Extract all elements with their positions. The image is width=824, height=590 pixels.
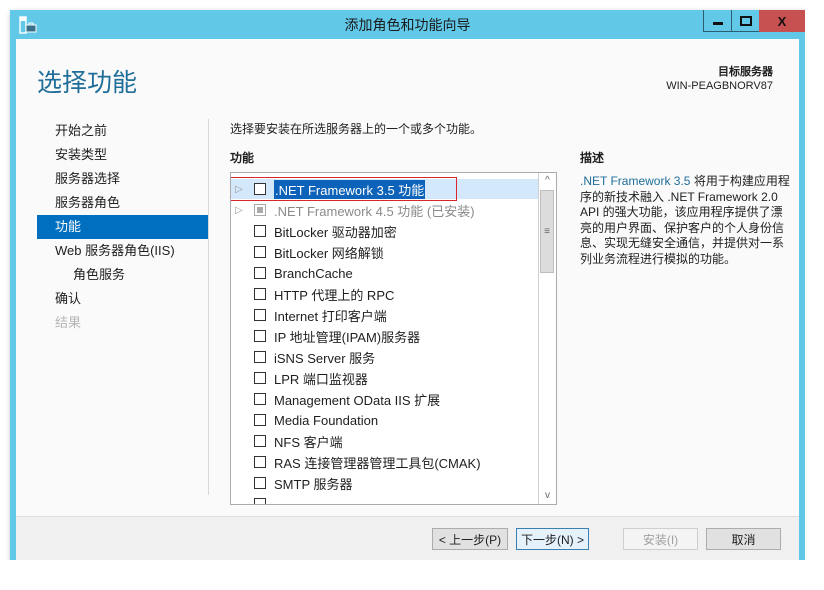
- nav-item-server-selection[interactable]: 服务器选择: [37, 167, 209, 191]
- feature-label: Media Foundation: [274, 412, 379, 428]
- page-title: 选择功能: [37, 69, 138, 97]
- feature-checkbox[interactable]: [254, 372, 266, 384]
- close-icon: X: [777, 13, 787, 29]
- features-heading: 功能: [230, 151, 255, 165]
- feature-label: IP 地址管理(IPAM)服务器: [274, 329, 421, 345]
- nav-item-installation-type[interactable]: 安装类型: [37, 143, 209, 167]
- description-heading: 描述: [580, 151, 605, 165]
- feature-row-partial[interactable]: [231, 494, 538, 504]
- feature-row[interactable]: iSNS Server 服务: [231, 347, 538, 367]
- cancel-button[interactable]: 取消: [706, 528, 781, 550]
- feature-checkbox[interactable]: [254, 183, 266, 195]
- wizard-nav: 开始之前 安装类型 服务器选择 服务器角色 功能 Web 服务器角色(IIS) …: [37, 119, 209, 335]
- nav-item-before-you-begin[interactable]: 开始之前: [37, 119, 209, 143]
- nav-item-features[interactable]: 功能: [37, 215, 209, 239]
- minimize-button[interactable]: [703, 10, 731, 32]
- intro-text: 选择要安装在所选服务器上的一个或多个功能。: [230, 122, 483, 136]
- feature-label: .NET Framework 3.5 功能: [274, 179, 426, 199]
- install-button: 安装(I): [623, 528, 698, 550]
- feature-label: SMTP 服务器: [274, 476, 353, 492]
- feature-row[interactable]: BitLocker 驱动器加密: [231, 221, 538, 241]
- feature-row[interactable]: ▷ .NET Framework 4.5 功能 (已安装): [231, 200, 538, 220]
- feature-row[interactable]: ▷ .NET Framework 3.5 功能: [231, 177, 538, 201]
- feature-checkbox[interactable]: [254, 225, 266, 237]
- nav-item-server-roles[interactable]: 服务器角色: [37, 191, 209, 215]
- features-scrollbar[interactable]: ^ ≡ v: [538, 173, 556, 504]
- scroll-up-button[interactable]: ^: [539, 173, 556, 189]
- feature-checkbox: [254, 204, 266, 216]
- feature-label: HTTP 代理上的 RPC: [274, 287, 395, 303]
- scroll-thumb[interactable]: ≡: [540, 190, 554, 273]
- nav-item-confirmation[interactable]: 确认: [37, 287, 209, 311]
- feature-checkbox[interactable]: [254, 435, 266, 447]
- feature-label: .NET Framework 4.5 功能 (已安装): [274, 203, 475, 219]
- feature-label: Internet 打印客户端: [274, 308, 387, 324]
- close-button[interactable]: X: [759, 10, 805, 32]
- chevron-up-icon: ^: [545, 175, 550, 186]
- feature-checkbox[interactable]: [254, 477, 266, 489]
- feature-checkbox[interactable]: [254, 498, 266, 504]
- chevron-down-icon: v: [545, 490, 550, 501]
- feature-row[interactable]: RAS 连接管理器管理工具包(CMAK): [231, 452, 538, 472]
- feature-row[interactable]: HTTP 代理上的 RPC: [231, 284, 538, 304]
- feature-row[interactable]: Internet 打印客户端: [231, 305, 538, 325]
- feature-label: LPR 端口监视器: [274, 371, 368, 387]
- feature-checkbox[interactable]: [254, 393, 266, 405]
- feature-checkbox[interactable]: [254, 456, 266, 468]
- wizard-window: 添加角色和功能向导 X 选择功能 目标服务器 WIN-PEAGBNORV87 开…: [10, 10, 805, 570]
- wizard-content: 选择功能 目标服务器 WIN-PEAGBNORV87 开始之前 安装类型 服务器…: [16, 39, 799, 570]
- feature-label: RAS 连接管理器管理工具包(CMAK): [274, 455, 481, 471]
- expand-arrow-icon[interactable]: ▷: [235, 184, 245, 195]
- scroll-down-button[interactable]: v: [539, 488, 556, 504]
- window-title: 添加角色和功能向导: [344, 17, 471, 33]
- nav-item-web-server-role[interactable]: Web 服务器角色(IIS): [37, 239, 209, 263]
- feature-checkbox[interactable]: [254, 309, 266, 321]
- next-button[interactable]: 下一步(N) >: [516, 528, 589, 550]
- feature-checkbox[interactable]: [254, 246, 266, 258]
- feature-checkbox[interactable]: [254, 414, 266, 426]
- torn-edge-right: [805, 0, 824, 590]
- nav-item-role-services[interactable]: 角色服务: [37, 263, 209, 287]
- features-list[interactable]: ▷ .NET Framework 3.5 功能 ▷ .NET Framework 4.…: [230, 172, 557, 505]
- feature-row[interactable]: LPR 端口监视器: [231, 368, 538, 388]
- target-server-info: 目标服务器 WIN-PEAGBNORV87: [666, 65, 773, 93]
- feature-checkbox[interactable]: [254, 288, 266, 300]
- feature-row[interactable]: Management OData IIS 扩展: [231, 389, 538, 409]
- grip-icon: ≡: [544, 226, 550, 237]
- feature-row[interactable]: BitLocker 网络解锁: [231, 242, 538, 262]
- nav-divider: [208, 119, 209, 495]
- feature-row[interactable]: NFS 客户端: [231, 431, 538, 451]
- target-server-name: WIN-PEAGBNORV87: [666, 80, 773, 92]
- minimize-icon: [712, 22, 723, 25]
- feature-row[interactable]: IP 地址管理(IPAM)服务器: [231, 326, 538, 346]
- feature-row[interactable]: SMTP 服务器: [231, 473, 538, 493]
- feature-label: Management OData IIS 扩展: [274, 392, 441, 408]
- feature-label: iSNS Server 服务: [274, 350, 376, 366]
- feature-label: BitLocker 驱动器加密: [274, 224, 397, 240]
- description-feature-name: .NET Framework 3.5: [580, 174, 691, 188]
- feature-checkbox[interactable]: [254, 267, 266, 279]
- previous-button[interactable]: < 上一步(P): [432, 528, 508, 550]
- nav-item-results: 结果: [55, 315, 82, 330]
- feature-checkbox[interactable]: [254, 351, 266, 363]
- description-text: .NET Framework 3.5 将用于构建应用程序的新技术融入 .NET …: [580, 174, 790, 267]
- feature-label: NFS 客户端: [274, 434, 343, 450]
- feature-row[interactable]: Media Foundation: [231, 410, 538, 430]
- feature-row[interactable]: BranchCache: [231, 263, 538, 283]
- window-controls: X: [703, 10, 805, 32]
- maximize-icon: [739, 15, 752, 26]
- torn-edge-bottom: [0, 560, 824, 590]
- expand-arrow-icon[interactable]: ▷: [235, 205, 245, 216]
- title-bar[interactable]: 添加角色和功能向导 X: [10, 10, 805, 38]
- feature-checkbox[interactable]: [254, 330, 266, 342]
- target-server-label: 目标服务器: [718, 66, 773, 78]
- feature-label: BranchCache: [274, 265, 353, 281]
- maximize-button[interactable]: [731, 10, 759, 32]
- feature-label: BitLocker 网络解锁: [274, 245, 384, 261]
